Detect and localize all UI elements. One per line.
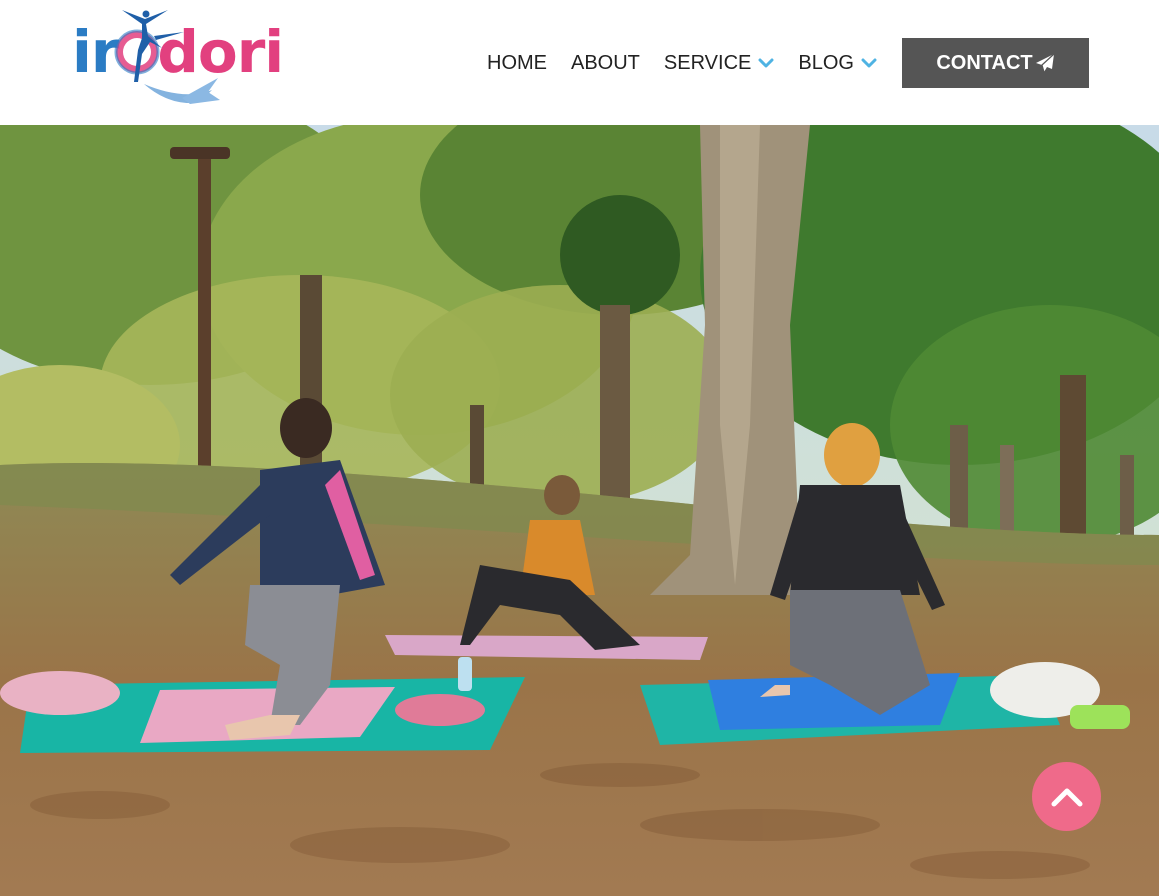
nav-about-label: ABOUT	[571, 51, 640, 74]
logo-dancer-icon	[114, 10, 220, 104]
hero-image	[0, 125, 1159, 896]
nav-blog-label: BLOG	[798, 51, 854, 74]
site-header: irodori HOME ABOUT SERVICE	[0, 0, 1159, 125]
park-yoga-photo	[0, 125, 1159, 896]
main-nav: HOME ABOUT SERVICE BLOG	[487, 49, 901, 77]
contact-button[interactable]: CONTACT	[902, 38, 1089, 88]
nav-about[interactable]: ABOUT	[571, 52, 640, 75]
contact-button-label: CONTACT	[936, 51, 1033, 74]
nav-service-label: SERVICE	[663, 51, 752, 74]
paper-plane-icon	[1035, 53, 1055, 73]
chevron-down-icon	[758, 58, 774, 67]
nav-service[interactable]: SERVICE	[664, 52, 774, 75]
nav-blog[interactable]: BLOG	[798, 52, 877, 75]
scroll-to-top-button[interactable]	[1032, 762, 1101, 831]
nav-home[interactable]: HOME	[487, 52, 547, 75]
site-logo[interactable]: irodori	[72, 6, 296, 116]
chevron-up-icon	[1051, 788, 1082, 806]
chevron-down-icon	[861, 58, 877, 67]
nav-home-label: HOME	[487, 51, 547, 74]
